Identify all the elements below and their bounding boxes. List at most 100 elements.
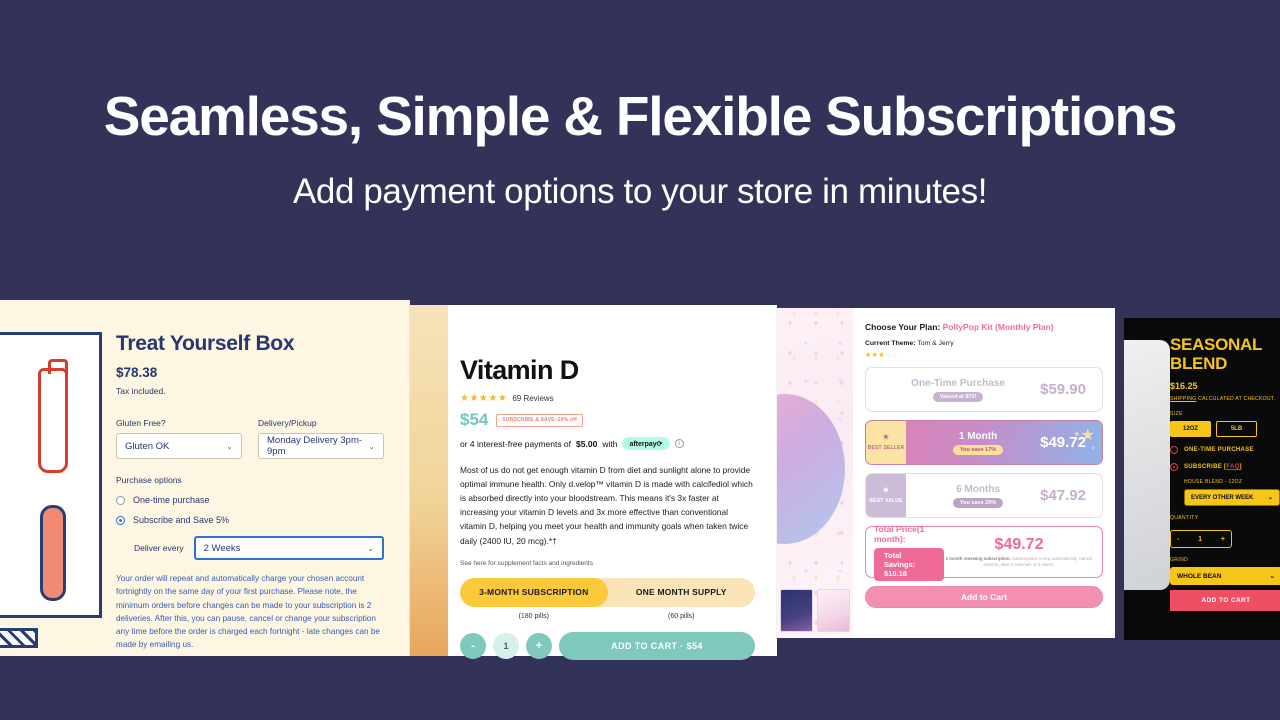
product-title-line2: BLEND xyxy=(1170,353,1228,373)
product-card-seasonal-blend: SEASONAL BLEND $16.25 SHIPPING CALCULATE… xyxy=(1124,318,1280,640)
plan-option-one-time[interactable]: One-Time Purchase Valued at $73! $59.90 xyxy=(865,367,1103,412)
plan-title: One-Time Purchase xyxy=(911,377,1005,389)
pills-subscription: (180 pills) xyxy=(518,612,549,620)
hero-banner: Seamless, Simple & Flexible Subscription… xyxy=(0,0,1280,300)
product-title-line1: SEASONAL xyxy=(1170,335,1263,354)
gluten-field: Gluten Free? Gluten OK ⌄ xyxy=(116,418,242,459)
product-details-4: SEASONAL BLEND $16.25 SHIPPING CALCULATE… xyxy=(1170,335,1280,612)
grind-label: GRIND xyxy=(1170,557,1189,564)
subscribe-text-end: ] xyxy=(1239,464,1242,471)
shipping-link[interactable]: SHIPPING xyxy=(1170,396,1196,402)
quantity-value: 1 xyxy=(1198,535,1203,543)
deliver-every-select[interactable]: 2 Weeks ⌄ xyxy=(193,536,384,560)
size-options: 12OZ 5LB xyxy=(1170,421,1280,438)
delivery-label: Delivery/Pickup xyxy=(258,418,317,428)
theme-star-rating-icon: ★★★☆☆ xyxy=(865,351,1103,359)
add-to-cart-button[interactable]: ADD TO CART · $54 xyxy=(559,631,755,660)
total-price-box: Total Price(1 month): Total Savings: $10… xyxy=(865,524,1103,581)
chevron-down-icon: ⌄ xyxy=(1269,573,1275,581)
thumbnail-gallery xyxy=(780,589,850,632)
plan-title: 6 Months xyxy=(956,483,1000,495)
delivery-select[interactable]: Monday Delivery 3pm-9pm ⌄ xyxy=(258,433,384,459)
size-option-5lb[interactable]: 5LB xyxy=(1216,421,1257,438)
size-label: SIZE xyxy=(1170,411,1183,418)
option-one-time-purchase[interactable]: One-time purchase xyxy=(116,495,384,505)
product-title: Treat Yourself Box xyxy=(116,332,295,355)
faq-link[interactable]: FAQ xyxy=(1226,464,1239,470)
deliver-every-value: 2 Weeks xyxy=(203,542,241,554)
frequency-select[interactable]: EVERY OTHER WEEK ⌄ xyxy=(1184,489,1280,507)
cart-row: - 1 + ADD TO CART · $54 xyxy=(460,631,755,660)
plan-option-1-month[interactable]: ★ BEST SELLER 1 Month You save 17% $49.7… xyxy=(865,420,1103,465)
product-image-4 xyxy=(1124,340,1170,590)
afterpay-amount: $5.00 xyxy=(576,438,598,449)
subscription-fine-print: 1 month renewing subscription. Subscript… xyxy=(944,556,1094,568)
size-option-12oz[interactable]: 12OZ xyxy=(1170,421,1211,438)
option-subscribe-and-save[interactable]: Subscribe and Save 5% xyxy=(116,515,384,525)
chevron-down-icon: ⌄ xyxy=(368,441,375,451)
gluten-value: Gluten OK xyxy=(125,440,170,452)
subscribe-save-badge: SUBSCRIBE & SAVE~20% off xyxy=(496,413,583,427)
option-subscribe[interactable]: SUBSCRIBE [FAQ] xyxy=(1170,463,1280,472)
chevron-down-icon: ⌄ xyxy=(1267,495,1273,502)
add-to-cart-button[interactable]: ADD TO CART xyxy=(1170,590,1280,612)
product-card-pollypop: Choose Your Plan: PollyPop Kit (Monthly … xyxy=(777,308,1115,638)
choose-plan-prefix: Choose Your Plan: xyxy=(865,322,941,332)
current-theme-label: Current Theme: xyxy=(865,340,916,347)
plan-info: One-Time Purchase Valued at $73! xyxy=(876,378,1040,402)
supplement-facts-link[interactable]: See here for supplement facts and ingred… xyxy=(460,560,755,567)
radio-selected-icon xyxy=(1170,463,1178,472)
product-details-2: Vitamin D ★★★★★ 69 Reviews $54 SUBSCRIBE… xyxy=(448,305,777,660)
stars-empty: ☆☆ xyxy=(885,352,899,359)
review-count[interactable]: 69 Reviews xyxy=(512,394,553,403)
star-decoration-icon: ★ xyxy=(1080,427,1095,444)
product-description: Most of us do not get enough vitamin D f… xyxy=(460,465,753,546)
thumbnail-image[interactable] xyxy=(817,589,850,632)
plan-info: 1 Month You save 17% xyxy=(916,431,1040,455)
tax-note: Tax included. xyxy=(116,386,166,396)
page-title: Seamless, Simple & Flexible Subscription… xyxy=(103,85,1178,148)
best-value-tag: ★ BEST VALUE xyxy=(866,474,906,517)
plan-price: $47.92 xyxy=(1040,487,1086,504)
chevron-down-icon: ⌄ xyxy=(367,543,374,553)
product-illustration-1 xyxy=(0,300,102,656)
option-one-time-purchase[interactable]: ONE-TIME PURCHASE xyxy=(1170,446,1280,455)
fine-print-bold: 1 month renewing subscription. xyxy=(945,555,1011,561)
option-one-time-label: ONE-TIME PURCHASE xyxy=(1184,447,1254,454)
radio-icon xyxy=(1170,446,1178,455)
quantity-increase-button[interactable]: + xyxy=(526,632,552,659)
current-theme-row: Current Theme: Tom & Jerry xyxy=(865,340,1103,347)
add-to-cart-button[interactable]: Add to Cart xyxy=(865,586,1103,608)
quantity-decrease-button[interactable]: - xyxy=(1177,536,1179,543)
stars-filled: ★★★ xyxy=(865,352,886,359)
quantity-value[interactable]: 1 xyxy=(493,632,519,659)
option-one-time-label: One-time purchase xyxy=(133,495,210,505)
plan-price: $59.90 xyxy=(1040,381,1086,398)
variant-selectors: Gluten Free? Gluten OK ⌄ Delivery/Pickup… xyxy=(116,418,384,459)
quantity-decrease-button[interactable]: - xyxy=(460,632,486,659)
plan-option-6-months[interactable]: ★ BEST VALUE 6 Months You save 20% $47.9… xyxy=(865,473,1103,518)
product-price: $54 xyxy=(460,410,489,429)
rating-row: ★★★★★ 69 Reviews xyxy=(460,393,755,404)
thumbnail-image[interactable] xyxy=(780,589,813,632)
plan-content: 1 Month You save 17% $49.72 xyxy=(906,421,1102,464)
quantity-stepper[interactable]: - 1 + xyxy=(1170,530,1232,549)
delivery-field: Delivery/Pickup Monday Delivery 3pm-9pm … xyxy=(258,418,384,459)
plan-save-badge: Valued at $73! xyxy=(932,391,984,402)
grind-select[interactable]: WHOLE BEAN ⌄ xyxy=(1170,567,1280,586)
subscribe-text: SUBSCRIBE [ xyxy=(1184,464,1227,471)
quantity-increase-button[interactable]: + xyxy=(1221,536,1225,543)
option-subscribe-label: Subscribe and Save 5% xyxy=(133,515,230,525)
tab-one-month-supply[interactable]: ONE MONTH SUPPLY xyxy=(608,578,756,607)
info-icon[interactable]: i xyxy=(674,439,684,448)
option-subscribe-label: SUBSCRIBE [FAQ] xyxy=(1184,464,1242,470)
tab-3-month-subscription[interactable]: 3-MONTH SUBSCRIPTION xyxy=(460,577,608,607)
star-rating-icon: ★★★★★ xyxy=(460,393,508,404)
gluten-select[interactable]: Gluten OK ⌄ xyxy=(116,433,242,459)
plan-name: PollyPop Kit (Monthly Plan) xyxy=(942,322,1054,332)
total-savings-badge: Total Savings: $10.18 xyxy=(874,547,944,581)
deliver-every-row: Deliver every 2 Weeks ⌄ xyxy=(116,536,384,560)
product-illustration-3 xyxy=(777,308,853,638)
product-price: $16.25 xyxy=(1170,381,1198,392)
product-details-1: Treat Yourself Box $78.38 Tax included. … xyxy=(102,300,410,656)
